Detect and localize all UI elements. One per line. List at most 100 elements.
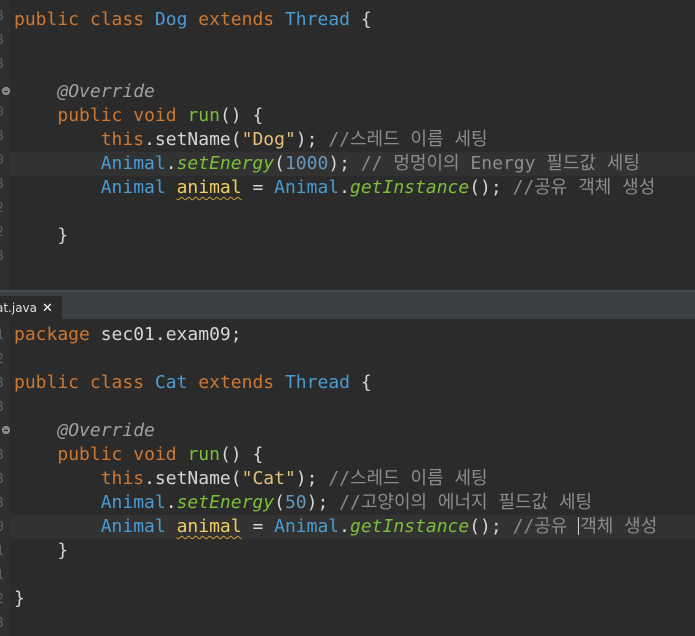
- line-number: 3: [0, 29, 6, 53]
- tab-label: at.java: [0, 301, 38, 315]
- code-punct: .: [165, 492, 177, 513]
- keyword: package: [14, 324, 90, 345]
- line-number: 1: [0, 324, 6, 348]
- comment: //스레드 이름 세팅: [328, 468, 488, 489]
- keyword: void: [133, 105, 177, 126]
- annotation: @Override: [57, 420, 155, 441]
- line-number: 1: [0, 564, 6, 588]
- line-number: 0: [0, 101, 6, 125]
- code-punct: () {: [219, 105, 264, 126]
- code-line-close-brace[interactable]: }: [14, 224, 695, 248]
- class-name: Animal: [100, 516, 166, 537]
- code-punct: () {: [219, 444, 264, 465]
- brace: }: [14, 588, 25, 609]
- code-punct: ();: [469, 177, 513, 198]
- keyword: extends: [198, 372, 275, 393]
- code-punct: =: [241, 516, 275, 537]
- line-number: 3: [0, 173, 6, 197]
- code-punct: );: [328, 153, 361, 174]
- editor-tab-bar: at.java ✕: [0, 290, 695, 321]
- method-name: run: [187, 105, 220, 126]
- code-line-class-decl[interactable]: public class Dog extends Thread {: [14, 8, 695, 32]
- code-line-annotation[interactable]: @Override: [14, 419, 695, 443]
- keyword: public: [57, 444, 123, 465]
- keyword: public: [14, 9, 80, 30]
- code-line-setenergy[interactable]: Animal.setEnergy(1000); // 멍멍이의 Energy 필…: [10, 152, 695, 176]
- code-line-class-close-brace[interactable]: }: [14, 587, 695, 611]
- class-name: Animal: [274, 177, 340, 198]
- tab-cat-java[interactable]: at.java ✕: [0, 296, 62, 321]
- line-number: 3: [0, 492, 6, 516]
- keyword: extends: [198, 9, 275, 30]
- editor-pane-dog[interactable]: 3 3 3 0 3 0 3 2 2 3 public class Dog ext…: [0, 0, 695, 290]
- code-punct: .: [339, 177, 350, 198]
- line-number: 3: [0, 53, 6, 77]
- code-punct: );: [306, 492, 340, 513]
- method-call: .setName(: [144, 468, 242, 489]
- comment: //고양이의 에너지 필드값 세팅: [339, 492, 593, 513]
- code-punct: );: [295, 129, 329, 150]
- code-punct: .: [165, 153, 177, 174]
- code-line-package[interactable]: package sec01.exam09;: [14, 323, 695, 347]
- line-number: 2: [0, 588, 6, 612]
- code-line-getinstance[interactable]: Animal animal = Animal.getInstance(); //…: [10, 515, 695, 539]
- comment: 객체 생성: [580, 516, 658, 537]
- brace: {: [360, 9, 372, 30]
- line-number: 3: [0, 612, 6, 636]
- brace: }: [57, 540, 69, 561]
- class-name: Animal: [100, 492, 166, 513]
- static-method: setEnergy: [176, 153, 275, 174]
- comment: //공유 객체 생성: [512, 177, 656, 198]
- brace: {: [360, 372, 372, 393]
- line-number: 3: [0, 245, 6, 269]
- line-number: 3: [0, 396, 6, 420]
- class-name: Animal: [274, 516, 340, 537]
- keyword: class: [89, 9, 145, 30]
- keyword: public: [14, 372, 80, 393]
- package-name: sec01.exam09;: [89, 324, 242, 345]
- local-variable: animal: [176, 177, 242, 198]
- brace: }: [57, 225, 69, 246]
- code-line-class-decl[interactable]: public class Cat extends Thread {: [14, 371, 695, 395]
- fold-minus-icon[interactable]: [2, 87, 10, 95]
- line-number: 0: [0, 149, 6, 173]
- static-method: setEnergy: [176, 492, 275, 513]
- code-line-setname[interactable]: this.setName("Cat"); //스레드 이름 세팅: [14, 467, 695, 491]
- fold-minus-icon[interactable]: [2, 426, 10, 434]
- code-punct: (: [274, 153, 285, 174]
- keyword: this: [100, 129, 145, 150]
- static-method: getInstance: [350, 516, 470, 537]
- class-name: Animal: [100, 153, 166, 174]
- code-line-getinstance[interactable]: Animal animal = Animal.getInstance(); //…: [14, 176, 695, 200]
- comment: //공유: [512, 516, 579, 537]
- class-name: Dog: [154, 9, 188, 30]
- keyword: void: [133, 444, 177, 465]
- code-line-setenergy[interactable]: Animal.setEnergy(50); //고양이의 에너지 필드값 세팅: [14, 491, 695, 515]
- code-line-method-decl[interactable]: public void run() {: [14, 443, 695, 467]
- code-punct: (: [274, 492, 285, 513]
- line-number: 3: [0, 372, 6, 396]
- string-literal: "Dog": [241, 129, 296, 150]
- code-line-close-brace[interactable]: }: [14, 539, 695, 563]
- method-name: run: [187, 444, 220, 465]
- parent-class: Thread: [284, 372, 350, 393]
- keyword: class: [89, 372, 145, 393]
- line-number: 3: [0, 125, 6, 149]
- code-punct: ();: [469, 516, 513, 537]
- code-line-setname[interactable]: this.setName("Dog"); //스레드 이름 세팅: [14, 128, 695, 152]
- number-literal: 1000: [284, 153, 329, 174]
- line-number: 3: [0, 468, 6, 492]
- number-literal: 50: [284, 492, 307, 513]
- code-punct: .: [339, 516, 350, 537]
- close-icon[interactable]: ✕: [42, 296, 53, 321]
- line-number: 3: [0, 444, 6, 468]
- code-line-method-decl[interactable]: public void run() {: [14, 104, 695, 128]
- line-number-gutter: 3 3 3 0 3 0 3 2 2 3: [0, 0, 10, 290]
- class-name: Animal: [100, 177, 166, 198]
- line-number: 2: [0, 221, 6, 245]
- editor-pane-cat[interactable]: 1 2 3 3 3 3 3 0 1 1 2 3 package sec01.ex…: [0, 319, 695, 636]
- line-number: 2: [0, 348, 6, 372]
- line-number-gutter: 1 2 3 3 3 3 3 0 1 1 2 3: [0, 319, 10, 636]
- line-number: 2: [0, 197, 6, 221]
- code-line-annotation[interactable]: @Override: [14, 80, 695, 104]
